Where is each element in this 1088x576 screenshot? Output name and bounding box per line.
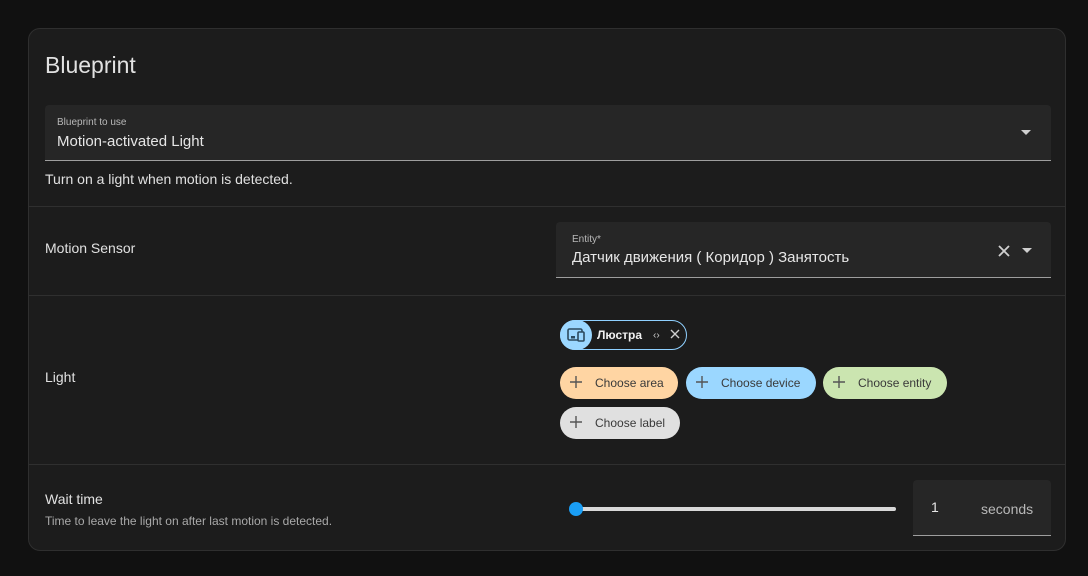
blueprint-select[interactable]: Blueprint to use Motion-activated Light	[45, 105, 1051, 161]
plus-icon	[570, 416, 582, 428]
choose-entity-button[interactable]: Choose entity	[823, 367, 947, 399]
wait-time-input[interactable]	[929, 498, 973, 516]
entity-field-label: Entity*	[572, 234, 601, 245]
wait-time-number-field[interactable]: seconds	[913, 480, 1051, 536]
chip-icon-container	[560, 320, 592, 350]
blueprint-select-label: Blueprint to use	[57, 117, 127, 128]
wait-time-slider[interactable]	[569, 502, 896, 516]
wait-time-label: Wait time	[45, 491, 103, 507]
dropdown-arrow-icon[interactable]	[1022, 248, 1032, 253]
selected-chip-label: Люстра	[597, 328, 643, 342]
choose-label-button[interactable]: Choose label	[560, 407, 680, 439]
expand-code-icon[interactable]: ‹›	[653, 330, 660, 341]
wait-time-description: Time to leave the light on after last mo…	[45, 514, 333, 528]
selected-device-chip[interactable]: Люстра ‹›	[560, 320, 687, 350]
blueprint-description: Turn on a light when motion is detected.	[45, 171, 293, 187]
slider-thumb[interactable]	[569, 502, 583, 516]
light-label: Light	[45, 369, 76, 385]
clear-icon[interactable]	[997, 244, 1011, 258]
blueprint-select-value: Motion-activated Light	[57, 133, 204, 150]
divider	[29, 464, 1065, 465]
divider	[29, 206, 1065, 207]
choose-label-label: Choose label	[595, 416, 666, 430]
divider	[29, 295, 1065, 296]
plus-icon	[833, 376, 845, 388]
choose-entity-label: Choose entity	[858, 376, 932, 390]
plus-icon	[696, 376, 708, 388]
wait-time-unit: seconds	[981, 501, 1034, 517]
dropdown-arrow-icon[interactable]	[1021, 130, 1031, 135]
choose-area-label: Choose area	[595, 376, 664, 390]
remove-chip-icon[interactable]	[670, 329, 680, 339]
entity-field-value: Датчик движения ( Коридор ) Занятость	[572, 249, 850, 266]
choose-area-button[interactable]: Choose area	[560, 367, 678, 399]
card-title: Blueprint	[45, 52, 136, 78]
devices-icon	[567, 328, 585, 342]
blueprint-card: Blueprint Blueprint to use Motion-activa…	[28, 28, 1066, 551]
entity-picker[interactable]: Entity* Датчик движения ( Коридор ) Заня…	[556, 222, 1051, 278]
motion-sensor-label: Motion Sensor	[45, 240, 136, 256]
plus-icon	[570, 376, 582, 388]
choose-device-label: Choose device	[721, 376, 801, 390]
choose-device-button[interactable]: Choose device	[686, 367, 816, 399]
